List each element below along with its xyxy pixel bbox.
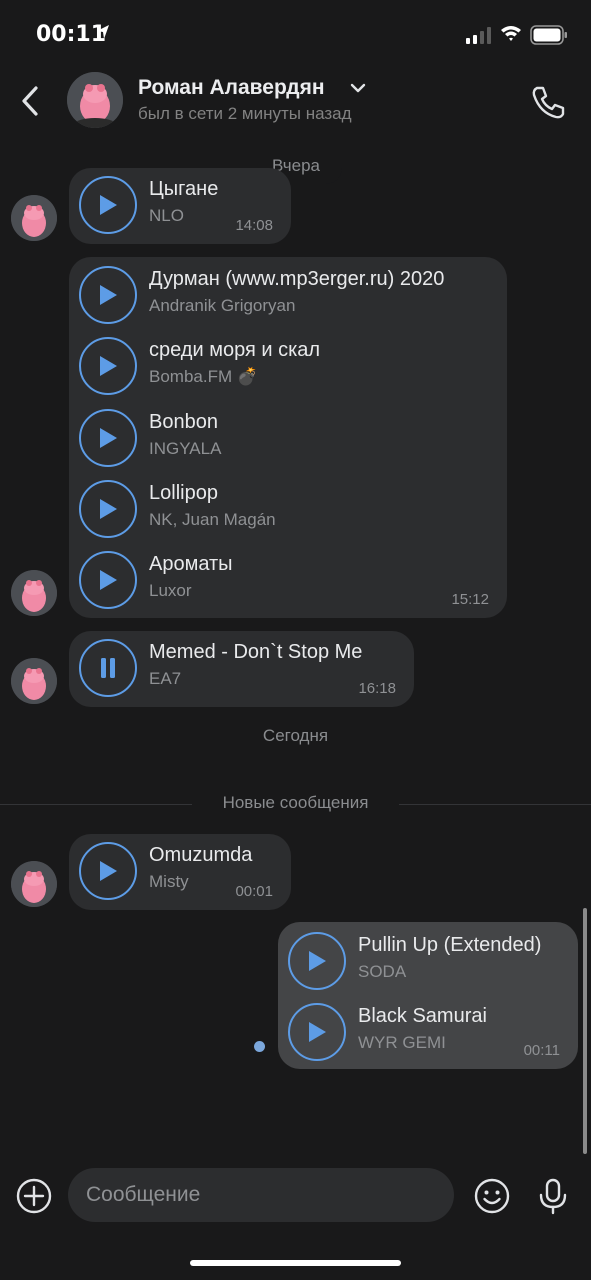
contact-name[interactable]: Роман Алавердян [138, 76, 325, 100]
play-icon [100, 570, 117, 590]
audio-track[interactable]: Lollipop NK, Juan Magán [79, 478, 497, 542]
play-button[interactable] [79, 480, 137, 538]
track-artist: SODA [358, 962, 407, 981]
play-button[interactable] [288, 1003, 346, 1061]
track-artist: INGYALA [149, 439, 222, 458]
sender-avatar[interactable] [11, 570, 57, 616]
track-title: Omuzumda [149, 844, 253, 866]
play-icon [100, 285, 117, 305]
pause-button[interactable] [79, 639, 137, 697]
message-bubble[interactable]: Omuzumda Misty 00:01 [69, 834, 291, 910]
message-time: 00:11 [523, 1042, 560, 1059]
new-messages-label: Новые сообщения [222, 793, 369, 812]
play-button[interactable] [79, 337, 137, 395]
message-time: 16:18 [358, 680, 396, 697]
play-icon [100, 428, 117, 448]
message-bubble-outgoing[interactable]: Pullin Up (Extended) SODA Black Samurai … [278, 922, 578, 1069]
play-icon [100, 195, 117, 215]
track-title: Pullin Up (Extended) [358, 934, 542, 956]
unread-indicator [254, 1041, 265, 1052]
mic-button[interactable] [533, 1176, 573, 1216]
message-bubble[interactable]: Дурман (www.mp3erger.ru) 2020 Andranik G… [69, 257, 507, 618]
play-button[interactable] [79, 551, 137, 609]
contact-avatar[interactable] [67, 72, 123, 128]
message-composer [0, 1166, 591, 1226]
location-arrow-icon [97, 25, 109, 39]
sender-avatar[interactable] [11, 658, 57, 704]
message-time: 15:12 [451, 591, 489, 608]
track-title: Black Samurai [358, 1005, 487, 1027]
pause-icon [101, 658, 115, 678]
wifi-icon [501, 26, 521, 41]
play-button[interactable] [79, 409, 137, 467]
track-artist: Andranik Grigoryan [149, 296, 296, 315]
track-artist: WYR GEMI [358, 1033, 446, 1052]
audio-track[interactable]: среди моря и скал Bomba.FM 💣 [79, 335, 497, 399]
phone-icon [532, 86, 565, 119]
track-title: Bonbon [149, 411, 218, 433]
sender-avatar[interactable] [11, 861, 57, 907]
back-icon [22, 86, 38, 116]
call-button[interactable] [528, 82, 568, 122]
track-artist: Misty [149, 872, 189, 891]
signal-icon [466, 27, 491, 44]
contact-status: был в сети 2 минуты назад [138, 104, 352, 123]
play-icon [100, 499, 117, 519]
home-indicator[interactable] [190, 1260, 401, 1266]
audio-track[interactable]: Memed - Don`t Stop Me EA7 [79, 637, 404, 701]
chevron-down-icon[interactable] [350, 82, 366, 94]
new-messages-divider: Новые сообщения [0, 792, 591, 816]
audio-track[interactable]: Bonbon INGYALA [79, 407, 497, 471]
message-bubble[interactable]: Цыгане NLO 14:08 [69, 168, 291, 244]
message-time: 14:08 [235, 217, 273, 234]
play-icon [309, 1022, 326, 1042]
emoji-icon [474, 1178, 510, 1214]
track-artist: NLO [149, 206, 184, 225]
play-button[interactable] [79, 842, 137, 900]
battery-icon [530, 25, 567, 45]
track-artist: Bomba.FM 💣 [149, 367, 259, 386]
scrollbar[interactable] [583, 908, 587, 1154]
plus-icon [16, 1178, 52, 1214]
date-separator-today: Сегодня [262, 726, 329, 745]
play-button[interactable] [288, 932, 346, 990]
message-bubble[interactable]: Memed - Don`t Stop Me EA7 16:18 [69, 631, 414, 707]
play-icon [100, 356, 117, 376]
play-button[interactable] [79, 266, 137, 324]
attach-button[interactable] [14, 1176, 54, 1216]
play-button[interactable] [79, 176, 137, 234]
message-time: 00:01 [235, 883, 273, 900]
audio-track[interactable]: Дурман (www.mp3erger.ru) 2020 Andranik G… [79, 264, 497, 328]
emoji-button[interactable] [472, 1176, 512, 1216]
audio-track[interactable]: Pullin Up (Extended) SODA [288, 930, 568, 994]
play-icon [309, 951, 326, 971]
back-button[interactable] [10, 78, 50, 124]
track-title: Memed - Don`t Stop Me [149, 641, 363, 663]
track-title: Lollipop [149, 482, 218, 504]
track-title: Дурман (www.mp3erger.ru) 2020 [149, 268, 445, 290]
status-bar: 00:11 [0, 0, 591, 70]
track-artist: Luxor [149, 581, 192, 600]
track-artist: NK, Juan Magán [149, 510, 276, 529]
message-input[interactable] [68, 1168, 454, 1222]
track-title: Ароматы [149, 553, 233, 575]
mic-icon [539, 1178, 567, 1215]
chat-header: Роман Алавердян был в сети 2 минуты наза… [0, 70, 591, 132]
track-title: Цыгане [149, 178, 219, 200]
sender-avatar[interactable] [11, 195, 57, 241]
play-icon [100, 861, 117, 881]
audio-track[interactable]: Ароматы Luxor [79, 549, 497, 613]
track-title: среди моря и скал [149, 339, 321, 361]
track-artist: EA7 [149, 669, 182, 688]
